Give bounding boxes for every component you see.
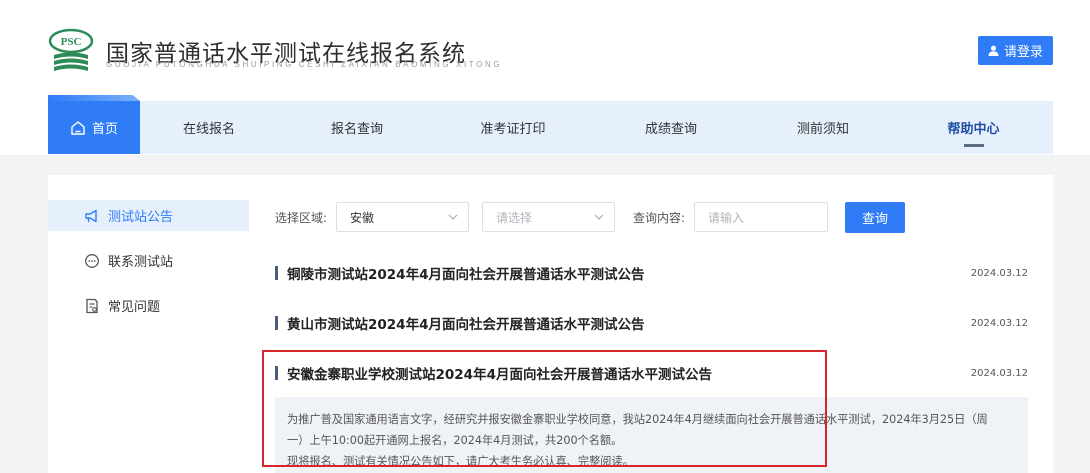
notice-title: 黄山市测试站2024年4月面向社会开展普通话水平测试公告 [287, 317, 645, 333]
detail-line: 一）上午10:00起开通网上报名，2024年4月测试，共200个名额。 [287, 434, 623, 447]
notice-date: 2024.03.12 [970, 267, 1028, 279]
home-icon [71, 120, 85, 135]
logo-text: PSC [61, 36, 82, 48]
notice-row[interactable]: 安徽金寨职业学校测试站2024年4月面向社会开展普通话水平测试公告 2024.0… [275, 362, 1028, 384]
user-icon [988, 45, 999, 56]
query-input[interactable]: 请输入 [694, 202, 828, 232]
region-label: 选择区域: [275, 211, 328, 225]
notice-row[interactable]: 黄山市测试站2024年4月面向社会开展普通话水平测试公告 2024.03.12 [275, 312, 1028, 334]
province-select[interactable]: 安徽 [336, 202, 469, 232]
sidebar-item-contact[interactable]: 联系测试站 [48, 245, 249, 276]
nav-admission-ticket[interactable]: 准考证打印 [436, 101, 590, 154]
nav-online-registration[interactable]: 在线报名 [140, 101, 278, 154]
city-select[interactable]: 请选择 [482, 202, 615, 232]
row-marker [275, 266, 278, 280]
query-label: 查询内容: [633, 211, 686, 225]
sidebar-item-faq[interactable]: 常见问题 [48, 290, 249, 321]
nav-score-query[interactable]: 成绩查询 [590, 101, 752, 154]
nav-home-label: 首页 [91, 122, 118, 137]
nav-help-center[interactable]: 帮助中心 [894, 101, 1053, 154]
notice-date: 2024.03.12 [970, 317, 1028, 329]
sidebar-item-label: 常见问题 [108, 300, 161, 315]
row-marker [275, 366, 278, 380]
query-button[interactable]: 查询 [845, 202, 905, 233]
chat-icon [85, 253, 99, 268]
main-content: 测试站公告 联系测试站 常见问题 选择区域: 安徽 请选择 查询内容: 请输入 … [48, 175, 1053, 473]
chevron-down-icon [594, 214, 604, 220]
login-label: 请登录 [1003, 45, 1043, 60]
sidebar-item-label: 联系测试站 [108, 255, 174, 270]
chevron-down-icon [448, 214, 458, 220]
notice-title: 安徽金寨职业学校测试站2024年4月面向社会开展普通话水平测试公告 [287, 367, 712, 383]
detail-line: 为推广普及国家通用语言文字，经研究并报安徽金寨职业学校同意，我站2024年4月继… [287, 413, 988, 426]
nav-registration-query[interactable]: 报名查询 [278, 101, 436, 154]
document-icon [86, 298, 98, 313]
notice-row[interactable]: 铜陵市测试站2024年4月面向社会开展普通话水平测试公告 2024.03.12 [275, 262, 1028, 284]
site-subtitle: GUOJIA PUTONGHUA SHUIPING CESHI ZAIXIAN … [106, 60, 503, 69]
row-marker [275, 316, 278, 330]
main-nav: 首页 在线报名 报名查询 准考证打印 成绩查询 测前须知 帮助中心 [48, 101, 1053, 154]
notice-title: 铜陵市测试站2024年4月面向社会开展普通话水平测试公告 [287, 267, 645, 283]
nav-home[interactable]: 首页 [48, 101, 140, 154]
notice-detail: 为推广普及国家通用语言文字，经研究并报安徽金寨职业学校同意，我站2024年4月继… [275, 397, 1028, 473]
header: PSC 国家普通话水平测试在线报名系统 GUOJIA PUTONGHUA SHU… [0, 0, 1090, 155]
sidebar-item-announcements[interactable]: 测试站公告 [48, 200, 249, 231]
login-button[interactable]: 请登录 [978, 36, 1053, 65]
query-placeholder: 请输入 [708, 210, 745, 225]
detail-line: 现将报名、测试有关情况公告如下，请广大考生务必认真、完整阅读。 [287, 455, 634, 468]
city-placeholder: 请选择 [496, 210, 533, 225]
megaphone-icon [85, 209, 97, 222]
sidebar-item-label: 测试站公告 [108, 210, 174, 225]
psc-logo: PSC [48, 28, 94, 71]
notice-date: 2024.03.12 [970, 367, 1028, 379]
nav-pre-test-notice[interactable]: 测前须知 [752, 101, 894, 154]
province-value: 安徽 [350, 210, 375, 225]
